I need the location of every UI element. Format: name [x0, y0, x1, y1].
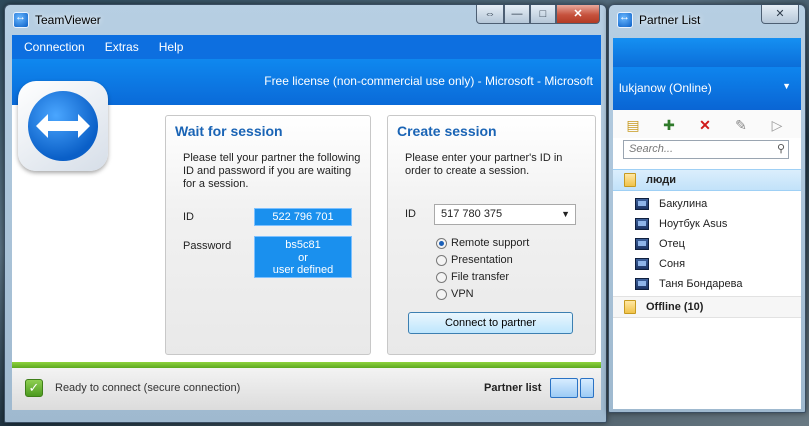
partner-list-body: ▤ ✚ ✕ ✎ ▷ Search... ⚲ люди Бакулина Ноут…	[613, 110, 801, 409]
group-name: Offline (10)	[646, 301, 704, 313]
mode-file-transfer[interactable]: File transfer	[436, 271, 509, 283]
contact-name: Отец	[659, 238, 685, 250]
partner-list-toggle-button[interactable]	[550, 378, 596, 398]
swap-sides-button[interactable]: ⇔	[476, 5, 504, 24]
partner-list-toggle-icon[interactable]	[550, 378, 578, 398]
wait-session-description: Please tell your partner the following I…	[183, 152, 361, 190]
contact-name: Таня Бондарева	[659, 278, 743, 290]
computer-icon	[635, 198, 649, 210]
account-selector[interactable]: lukjanow (Online) ▼	[613, 67, 801, 110]
partner-list-panel-icon[interactable]	[580, 378, 594, 398]
create-session-panel: Create session Please enter your partner…	[387, 115, 596, 355]
menu-bar: Connection Extras Help	[12, 35, 601, 59]
partner-list-window: Partner List ✕ lukjanow (Online) ▼ ▤ ✚ ✕…	[608, 4, 806, 413]
partner-list-title: Partner List	[639, 13, 701, 27]
connect-to-partner-button[interactable]: Connect to partner	[408, 312, 573, 334]
status-bar: ✓ Ready to connect (secure connection) P…	[12, 368, 601, 410]
radio-button-icon[interactable]	[436, 271, 447, 283]
wait-for-session-panel: Wait for session Please tell your partne…	[165, 115, 371, 355]
contact-item[interactable]: Бакулина	[635, 194, 707, 214]
teamviewer-window: TeamViewer ⇔ — □ ✕ Connection Extras Hel…	[4, 4, 607, 423]
contact-name: Бакулина	[659, 198, 708, 210]
radio-button-icon[interactable]	[436, 237, 447, 249]
group-offline[interactable]: Offline (10)	[613, 296, 801, 318]
partner-list-close-button[interactable]: ✕	[761, 5, 799, 24]
teamviewer-app-icon	[617, 11, 633, 28]
contact-item[interactable]: Таня Бондарева	[635, 274, 742, 294]
your-id-value: 522 796 701	[254, 208, 352, 226]
add-group-icon[interactable]: ▤	[625, 117, 641, 133]
mode-vpn[interactable]: VPN	[436, 288, 474, 300]
radio-button-icon[interactable]	[436, 288, 447, 300]
mode-label: Remote support	[451, 237, 530, 249]
add-partner-icon[interactable]: ✚	[661, 117, 677, 133]
your-id-label: ID	[183, 211, 194, 223]
mode-label: Presentation	[451, 254, 513, 266]
dropdown-arrow-icon[interactable]: ▼	[561, 205, 570, 224]
contact-name: Ноутбук Asus	[659, 218, 728, 230]
window-title: TeamViewer	[35, 13, 101, 27]
menu-help[interactable]: Help	[159, 40, 184, 54]
mode-presentation[interactable]: Presentation	[436, 254, 513, 266]
contact-item[interactable]: Отец	[635, 234, 685, 254]
partner-list-label[interactable]: Partner list	[484, 382, 541, 394]
partner-toolbar: ▤ ✚ ✕ ✎ ▷	[613, 110, 801, 138]
teamviewer-app-icon	[13, 11, 29, 28]
search-placeholder: Search...	[629, 143, 674, 155]
minimize-button[interactable]: —	[504, 5, 530, 24]
connect-arrow-icon[interactable]: ▷	[769, 117, 785, 133]
connection-ok-icon: ✓	[25, 379, 43, 397]
contact-name: Соня	[659, 258, 686, 270]
partner-list-header	[613, 38, 801, 67]
password-line-1: bs5c81	[285, 239, 321, 251]
partner-search-input[interactable]: Search... ⚲	[623, 140, 789, 159]
group-name: люди	[646, 174, 676, 186]
computer-icon	[635, 258, 649, 270]
contact-item[interactable]: Ноутбук Asus	[635, 214, 727, 234]
search-icon[interactable]: ⚲	[777, 141, 785, 158]
password-label: Password	[183, 240, 232, 252]
status-text: Ready to connect (secure connection)	[55, 382, 241, 394]
wait-session-title: Wait for session	[175, 123, 283, 139]
license-text: Free license (non-commercial use only) -…	[264, 74, 593, 88]
mode-label: File transfer	[451, 271, 510, 283]
password-value: bs5c81 or user defined	[254, 236, 352, 278]
logo-arrows-icon	[28, 91, 98, 161]
computer-icon	[635, 238, 649, 250]
partner-id-label: ID	[405, 208, 416, 220]
mode-remote-support[interactable]: Remote support	[436, 237, 529, 249]
partner-id-value: 517 780 375	[441, 208, 503, 220]
create-session-description: Please enter your partner's ID in order …	[405, 152, 563, 177]
computer-icon	[635, 278, 649, 290]
caption-buttons: ⇔ — □ ✕	[476, 5, 600, 24]
radio-button-icon[interactable]	[436, 254, 447, 266]
partner-id-combobox[interactable]: 517 780 375 ▼	[434, 204, 576, 225]
folder-icon	[624, 300, 636, 314]
properties-icon[interactable]: ✎	[733, 117, 749, 133]
group-people[interactable]: люди	[613, 169, 801, 191]
chevron-down-icon[interactable]: ▼	[782, 81, 791, 91]
mode-label: VPN	[451, 288, 474, 300]
menu-extras[interactable]: Extras	[105, 40, 139, 54]
password-line-2: or	[298, 251, 308, 264]
delete-icon[interactable]: ✕	[697, 117, 713, 133]
close-button[interactable]: ✕	[556, 5, 600, 24]
account-name: lukjanow (Online)	[619, 81, 712, 95]
create-session-title: Create session	[397, 123, 497, 139]
computer-icon	[635, 218, 649, 230]
contact-item[interactable]: Соня	[635, 254, 685, 274]
maximize-button[interactable]: □	[530, 5, 556, 24]
folder-icon	[624, 173, 636, 187]
password-line-3: user defined	[272, 264, 334, 276]
teamviewer-logo	[18, 81, 108, 171]
menu-connection[interactable]: Connection	[24, 40, 85, 54]
